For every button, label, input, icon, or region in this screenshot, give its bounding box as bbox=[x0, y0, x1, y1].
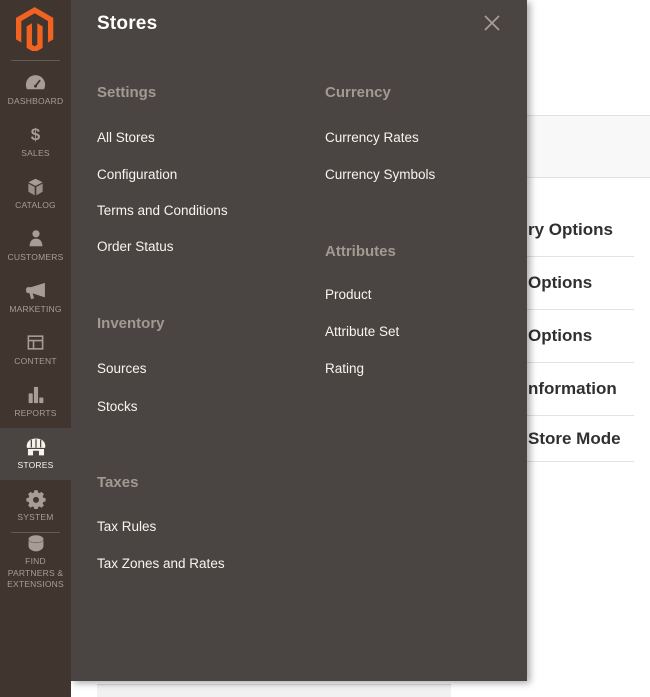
catalog-icon bbox=[26, 177, 45, 197]
sidebar-item-label: STORES bbox=[4, 460, 68, 471]
sidebar-divider bbox=[11, 60, 60, 61]
flyout-item-attribute-set[interactable]: Attribute Set bbox=[325, 323, 399, 341]
sidebar-item-label: FIND PARTNERS & EXTENSIONS bbox=[4, 556, 68, 590]
stores-flyout-menu: Stores Settings All Stores Configuration… bbox=[71, 0, 527, 681]
sidebar-item-label: CONTENT bbox=[4, 356, 68, 367]
sidebar-item-catalog[interactable]: CATALOG bbox=[0, 168, 71, 220]
sidebar-item-dashboard[interactable]: DASHBOARD bbox=[0, 64, 71, 116]
config-section-title: nformation bbox=[528, 379, 617, 399]
flyout-title: Stores bbox=[97, 13, 157, 35]
flyout-item-tax-zones-and-rates[interactable]: Tax Zones and Rates bbox=[97, 555, 225, 573]
sidebar-item-content[interactable]: CONTENT bbox=[0, 324, 71, 376]
config-section-title: ry Options bbox=[528, 220, 613, 240]
reports-icon bbox=[27, 385, 45, 405]
sidebar-nav: DASHBOARD $ SALES CATALOG bbox=[0, 64, 71, 591]
flyout-heading-inventory: Inventory bbox=[97, 315, 165, 333]
dashboard-icon bbox=[25, 73, 46, 93]
flyout-item-currency-symbols[interactable]: Currency Symbols bbox=[325, 166, 435, 184]
flyout-item-terms-and-conditions[interactable]: Terms and Conditions bbox=[97, 202, 228, 220]
content-icon bbox=[26, 333, 45, 353]
flyout-item-stocks[interactable]: Stocks bbox=[97, 398, 138, 416]
flyout-heading-settings: Settings bbox=[97, 84, 156, 102]
sidebar-item-label: CUSTOMERS bbox=[4, 252, 68, 263]
sidebar-item-customers[interactable]: CUSTOMERS bbox=[0, 220, 71, 272]
marketing-icon bbox=[25, 281, 46, 301]
content-panel-edge bbox=[97, 684, 451, 697]
flyout-item-currency-rates[interactable]: Currency Rates bbox=[325, 129, 419, 147]
admin-sidebar: DASHBOARD $ SALES CATALOG bbox=[0, 0, 71, 697]
flyout-item-all-stores[interactable]: All Stores bbox=[97, 129, 155, 147]
flyout-item-configuration[interactable]: Configuration bbox=[97, 166, 177, 184]
config-section-title: Options bbox=[528, 273, 592, 293]
find-partners-icon bbox=[26, 533, 46, 553]
sidebar-item-stores[interactable]: STORES bbox=[0, 428, 71, 480]
config-section-title: Options bbox=[528, 326, 592, 346]
sidebar-item-label: REPORTS bbox=[4, 408, 68, 419]
close-icon bbox=[484, 15, 500, 31]
sidebar-item-label: MARKETING bbox=[4, 304, 68, 315]
sidebar-item-find-partners[interactable]: FIND PARTNERS & EXTENSIONS bbox=[0, 533, 71, 591]
config-section-title: Store Mode bbox=[528, 429, 621, 449]
flyout-item-product[interactable]: Product bbox=[325, 286, 372, 304]
flyout-item-order-status[interactable]: Order Status bbox=[97, 238, 174, 256]
sidebar-item-system[interactable]: SYSTEM bbox=[0, 480, 71, 532]
flyout-heading-taxes: Taxes bbox=[97, 474, 138, 492]
sidebar-item-label: CATALOG bbox=[4, 200, 68, 211]
magento-logo-icon bbox=[16, 7, 54, 51]
system-icon bbox=[26, 489, 46, 509]
sidebar-item-label: DASHBOARD bbox=[4, 96, 68, 107]
flyout-item-sources[interactable]: Sources bbox=[97, 360, 147, 378]
flyout-item-rating[interactable]: Rating bbox=[325, 360, 364, 378]
sidebar-item-label: SYSTEM bbox=[4, 512, 68, 523]
sidebar-item-label: SALES bbox=[4, 148, 68, 159]
flyout-heading-currency: Currency bbox=[325, 84, 391, 102]
flyout-heading-attributes: Attributes bbox=[325, 243, 396, 261]
sidebar-item-marketing[interactable]: MARKETING bbox=[0, 272, 71, 324]
sidebar-item-reports[interactable]: REPORTS bbox=[0, 376, 71, 428]
sidebar-item-sales[interactable]: $ SALES bbox=[0, 116, 71, 168]
magento-logo[interactable] bbox=[0, 0, 71, 56]
stores-icon bbox=[25, 437, 47, 457]
sales-icon: $ bbox=[31, 125, 40, 145]
close-button[interactable] bbox=[482, 13, 502, 33]
customers-icon bbox=[28, 229, 44, 249]
flyout-item-tax-rules[interactable]: Tax Rules bbox=[97, 518, 156, 536]
